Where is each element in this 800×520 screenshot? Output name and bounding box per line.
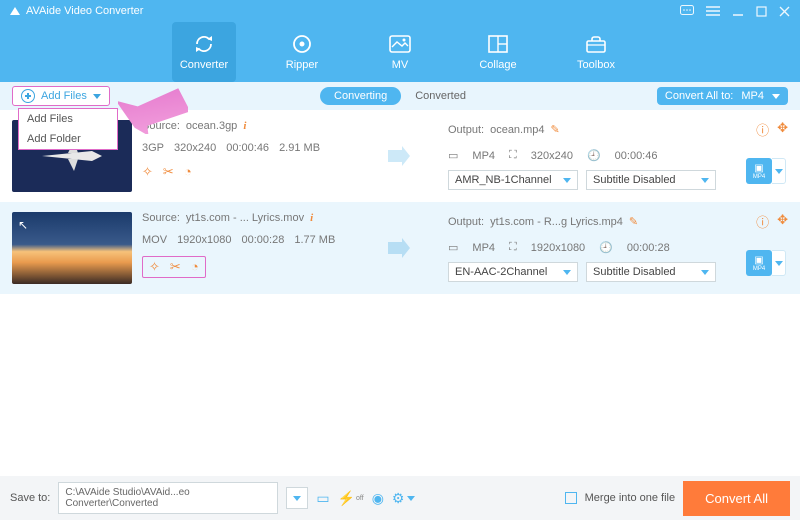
app-title: AVAide Video Converter xyxy=(26,5,143,17)
audio-select[interactable]: AMR_NB-1Channel xyxy=(448,170,578,190)
tab-label: Toolbox xyxy=(577,59,615,71)
ripper-icon xyxy=(291,33,313,55)
enhance-icon[interactable]: ◔ xyxy=(184,164,192,180)
tab-mv[interactable]: MV xyxy=(368,22,432,82)
film-icon: ▭ xyxy=(448,241,458,254)
output-format-button[interactable]: ▣MP4 xyxy=(746,158,786,184)
film-icon: ▭ xyxy=(448,149,458,162)
output-format-button[interactable]: ▣MP4 xyxy=(746,250,786,276)
source-name: yt1s.com - ... Lyrics.mov xyxy=(186,212,304,224)
chevron-down-icon xyxy=(772,94,780,99)
output-column: Output: ocean.mp4 ✎ ⓘ✥ ▭MP4 ⛶320x240 🕘00… xyxy=(448,120,788,192)
tab-label: MV xyxy=(392,59,409,71)
subtitle-select[interactable]: Subtitle Disabled xyxy=(586,262,716,282)
trim-icon[interactable]: ✧ xyxy=(142,164,153,180)
cursor-icon: ↖ xyxy=(18,218,28,232)
tab-label: Collage xyxy=(479,59,516,71)
add-files-button[interactable]: Add Files xyxy=(12,86,110,106)
open-folder-icon[interactable]: ▭ xyxy=(316,490,329,507)
convert-all-label: Convert All to: xyxy=(665,90,733,102)
compress-icon[interactable]: ✥ xyxy=(777,120,788,139)
main-toolbar: Converter Ripper MV Collage Toolbox xyxy=(0,22,800,82)
tab-converter[interactable]: Converter xyxy=(172,22,236,82)
tab-label: Ripper xyxy=(286,59,318,71)
clock-icon: 🕘 xyxy=(587,149,601,162)
mv-icon xyxy=(389,33,411,55)
converter-icon xyxy=(193,33,215,55)
tab-collage[interactable]: Collage xyxy=(466,22,530,82)
audio-select[interactable]: EN-AAC-2Channel xyxy=(448,262,578,282)
source-name: ocean.3gp xyxy=(186,120,237,132)
info-icon[interactable]: ⓘ xyxy=(756,212,769,231)
cut-icon[interactable]: ✂ xyxy=(170,259,181,275)
collage-icon xyxy=(487,33,509,55)
app-logo-icon xyxy=(10,7,20,15)
trim-icon[interactable]: ✧ xyxy=(149,259,160,275)
clock-icon: 🕘 xyxy=(599,241,613,254)
titlebar: AVAide Video Converter xyxy=(0,0,800,22)
convert-all-value: MP4 xyxy=(741,90,764,102)
info-icon[interactable]: i xyxy=(243,120,246,132)
settings-icon[interactable]: ⚙ xyxy=(392,490,416,507)
cut-icon[interactable]: ✂ xyxy=(163,164,174,180)
maximize-icon[interactable] xyxy=(756,6,767,17)
toolbox-icon xyxy=(585,33,607,55)
tab-ripper[interactable]: Ripper xyxy=(270,22,334,82)
resolution-icon: ⛶ xyxy=(509,149,517,162)
convert-all-selector[interactable]: Convert All to: MP4 xyxy=(657,87,788,105)
menu-icon[interactable] xyxy=(706,6,720,16)
info-icon[interactable]: ⓘ xyxy=(756,120,769,139)
hardware-accel-icon[interactable]: ⚡off xyxy=(338,490,364,507)
feedback-icon[interactable] xyxy=(680,5,694,17)
resolution-icon: ⛶ xyxy=(509,241,517,254)
merge-checkbox[interactable] xyxy=(565,492,577,504)
save-to-label: Save to: xyxy=(10,492,50,504)
add-files-dropdown: Add Files Add Folder xyxy=(18,108,118,150)
tab-label: Converter xyxy=(180,59,228,71)
close-icon[interactable] xyxy=(779,6,790,17)
merge-label: Merge into one file xyxy=(585,492,676,504)
subtitle-select[interactable]: Subtitle Disabled xyxy=(586,170,716,190)
arrow-icon xyxy=(384,142,412,170)
chevron-down-icon xyxy=(93,94,101,99)
subtab-converting[interactable]: Converting xyxy=(320,87,401,105)
tab-toolbox[interactable]: Toolbox xyxy=(564,22,628,82)
snapshot-icon[interactable]: ◉ xyxy=(372,490,384,507)
compress-icon[interactable]: ✥ xyxy=(777,212,788,231)
list-item[interactable]: ↖ Source: yt1s.com - ... Lyrics.mov i MO… xyxy=(0,202,800,294)
edit-icon[interactable]: ✎ xyxy=(629,215,638,228)
file-list: Source: ocean.3gp i 3GP320x24000:00:462.… xyxy=(0,110,800,294)
save-path-input[interactable]: C:\AVAide Studio\AVAid...eo Converter\Co… xyxy=(58,482,278,514)
annotation-arrow xyxy=(118,78,188,134)
dropdown-item-add-folder[interactable]: Add Folder xyxy=(19,129,117,149)
footer: Save to: C:\AVAide Studio\AVAid...eo Con… xyxy=(0,476,800,520)
arrow-icon xyxy=(384,234,412,262)
path-dropdown[interactable] xyxy=(286,487,308,509)
output-column: Output: yt1s.com - R...g Lyrics.mp4 ✎ ⓘ✥… xyxy=(448,212,788,284)
minimize-icon[interactable] xyxy=(732,5,744,17)
edit-icon[interactable]: ✎ xyxy=(551,123,560,136)
add-files-label: Add Files xyxy=(41,90,87,102)
thumbnail[interactable]: ↖ xyxy=(12,212,132,284)
dropdown-item-add-files[interactable]: Add Files xyxy=(19,109,117,129)
enhance-icon[interactable]: ◔ xyxy=(191,259,199,275)
plus-icon xyxy=(21,89,35,103)
output-name: ocean.mp4 xyxy=(490,124,544,136)
convert-all-button[interactable]: Convert All xyxy=(683,481,790,516)
subtab-converted[interactable]: Converted xyxy=(401,87,480,105)
output-name: yt1s.com - R...g Lyrics.mp4 xyxy=(490,216,623,228)
info-icon[interactable]: i xyxy=(310,212,313,224)
